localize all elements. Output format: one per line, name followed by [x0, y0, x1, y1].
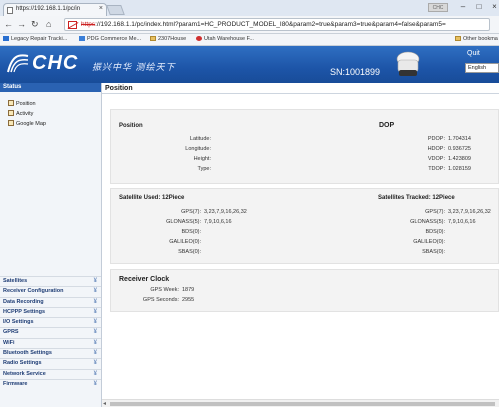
language-select[interactable]: English [465, 63, 499, 73]
sidebar-category-receiver-configuration[interactable]: Receiver Configuration ¥ [0, 286, 101, 296]
satellites-panel: Satellite Used: 12Piece Satellites Track… [110, 188, 499, 264]
sidebar-heading-status[interactable]: Status [0, 83, 101, 92]
browser-tab-strip: https://192.168.1.1/pc/in × CHC – □ × [0, 0, 499, 16]
quit-link[interactable]: Quit [467, 50, 480, 57]
brand-logo: CHC [32, 52, 79, 74]
sidebar-category-io-settings[interactable]: I/O Settings ¥ [0, 317, 101, 327]
sidebar-item-google-map[interactable]: Google Map [8, 120, 101, 130]
sidebar-footer [0, 399, 102, 407]
page-title: Position [102, 83, 499, 94]
bookmark-icon [196, 36, 202, 41]
insecure-lock-icon [68, 21, 77, 29]
chc-logo-icon [7, 54, 29, 73]
close-tab-icon[interactable]: × [99, 5, 103, 12]
bookmark-item[interactable]: PDG Commerce Me... [79, 36, 141, 42]
browser-toolbar: ← → ↻ ⌂ https://192.168.1.1/pc/index.htm… [0, 16, 499, 34]
other-bookmarks[interactable]: Other bookma [455, 36, 498, 42]
chevron-down-icon: ¥ [93, 339, 97, 346]
minimize-icon[interactable]: – [458, 2, 468, 13]
serial-number: SN:1001899 [330, 67, 381, 77]
receiver-clock-heading: Receiver Clock [119, 276, 170, 283]
chevron-down-icon: ¥ [93, 370, 97, 377]
app-header: CHC 振兴中华 测绘天下 SN:1001899 Quit English [0, 46, 499, 83]
bookmark-item[interactable]: Legacy Repair Tracki... [3, 36, 67, 42]
page-icon [7, 7, 13, 14]
bookmark-item[interactable]: Utah Warehouse F... [196, 36, 254, 42]
position-heading: Position [119, 123, 143, 129]
profile-badge[interactable]: CHC [428, 3, 448, 12]
bookmark-icon [3, 36, 9, 41]
sidebar-category-radio-settings[interactable]: Radio Settings ¥ [0, 358, 101, 368]
receiver-clock-panel: Receiver Clock GPS Week: 1879 GPS Second… [110, 269, 499, 312]
scrollbar-thumb[interactable] [110, 402, 495, 406]
chevron-down-icon: ¥ [93, 278, 97, 284]
close-window-icon[interactable]: × [490, 2, 499, 13]
page-icon [8, 110, 14, 116]
sidebar-category-gprs[interactable]: GPRS ¥ [0, 327, 101, 337]
dop-heading: DOP [379, 122, 395, 129]
browser-tab[interactable]: https://192.168.1.1/pc/in × [3, 3, 107, 16]
chevron-down-icon: ¥ [93, 329, 97, 336]
chevron-down-icon: ¥ [93, 308, 97, 315]
chevron-down-icon: ¥ [93, 288, 97, 295]
address-bar[interactable]: https://192.168.1.1/pc/index.html?param1… [64, 18, 490, 31]
chevron-down-icon: ¥ [93, 350, 97, 357]
sidebar-category-hcppp-settings[interactable]: HCPPP Settings ¥ [0, 306, 101, 317]
satellites-tracked-heading: Satellites Tracked: 12Piece [378, 195, 455, 201]
folder-icon [455, 36, 461, 41]
sidebar-category-satellites[interactable]: Satellites ¥ [0, 276, 101, 286]
url-scheme: https [81, 21, 96, 28]
new-tab-button[interactable] [106, 5, 125, 15]
bookmarks-bar: Legacy Repair Tracki... PDG Commerce Me.… [0, 34, 499, 46]
sidebar-categories: Satellites ¥ Receiver Configuration ¥ Data… [0, 276, 101, 389]
sidebar: Status Position Activity Google Map Sate… [0, 83, 102, 399]
satellites-used-heading: Satellite Used: 12Piece [119, 195, 185, 201]
sidebar-category-wifi[interactable]: WiFi ¥ [0, 337, 101, 348]
bookmark-icon [79, 36, 85, 41]
page-icon [8, 120, 14, 126]
sidebar-category-data-recording[interactable]: Data Recording ¥ [0, 296, 101, 307]
horizontal-scrollbar[interactable]: ◂ [102, 399, 499, 407]
folder-icon [150, 36, 156, 41]
tab-title: https://192.168.1.1/pc/in [16, 6, 81, 12]
brand-slogan: 振兴中华 测绘天下 [92, 62, 176, 72]
status-menu: Position Activity Google Map [0, 92, 101, 130]
back-arrow-icon[interactable]: ← [4, 19, 13, 29]
reload-icon[interactable]: ↻ [31, 19, 39, 30]
sidebar-category-bluetooth-settings[interactable]: Bluetooth Settings ¥ [0, 348, 101, 358]
chevron-down-icon: ¥ [93, 319, 97, 326]
chevron-down-icon: ¥ [93, 360, 97, 367]
sidebar-item-position[interactable]: Position [8, 100, 101, 110]
home-icon[interactable]: ⌂ [46, 19, 51, 29]
chevron-down-icon: ¥ [93, 380, 97, 387]
url-text: ://192.168.1.1/pc/index.html?param1=HC_P… [95, 21, 446, 28]
gnss-receiver-icon [396, 51, 420, 76]
position-dop-panel: Position DOP Latitude: Longitude: Height… [110, 109, 499, 184]
sidebar-category-network-service[interactable]: Network Service ¥ [0, 368, 101, 379]
sidebar-category-firmware[interactable]: Firmware ¥ [0, 378, 101, 389]
scroll-left-icon[interactable]: ◂ [103, 400, 106, 407]
forward-arrow-icon[interactable]: → [17, 19, 26, 29]
sidebar-item-activity[interactable]: Activity [8, 110, 101, 120]
main-content: Position Position DOP Latitude: Longitud… [102, 83, 499, 399]
chevron-down-icon: ¥ [93, 298, 97, 305]
maximize-icon[interactable]: □ [474, 2, 484, 13]
bookmark-item[interactable]: 2307House [150, 36, 186, 42]
page-icon [8, 100, 14, 106]
